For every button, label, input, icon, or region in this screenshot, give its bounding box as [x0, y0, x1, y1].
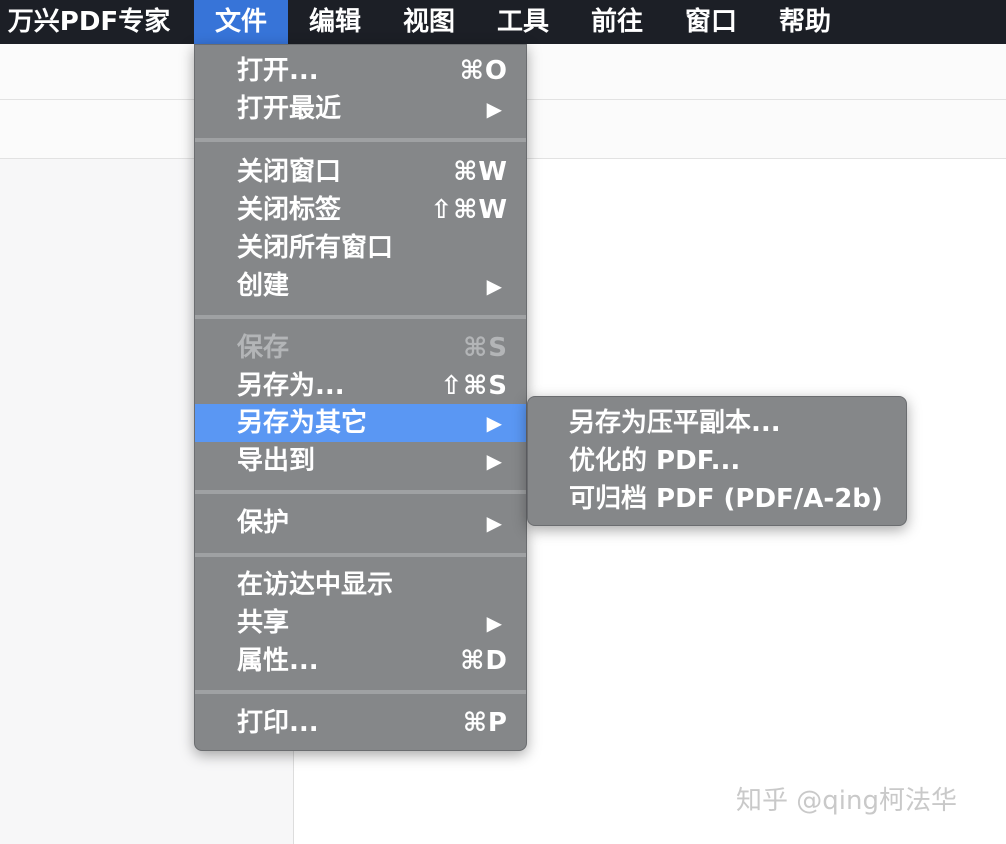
menu-item-close-all-windows[interactable]: 关闭所有窗口	[195, 229, 526, 267]
menu-window[interactable]: 窗口	[666, 0, 756, 44]
menu-item-label: 打印...	[237, 708, 319, 738]
file-menu-dropdown: 打开... ⌘O 打开最近 ▶ 关闭窗口 ⌘W 关闭标签 ⇧⌘W 关闭所有窗口 …	[194, 44, 527, 751]
watermark: 知乎 @qing柯法华	[736, 786, 957, 816]
menu-item-save-as-other[interactable]: 另存为其它 ▶	[195, 404, 526, 442]
menu-item-label: 另存为其它	[237, 408, 368, 438]
menu-item-properties[interactable]: 属性... ⌘D	[195, 642, 526, 680]
menu-item-label: 导出到	[237, 446, 316, 476]
menu-item-export-to[interactable]: 导出到 ▶	[195, 442, 526, 480]
submenu-arrow-icon: ▶	[486, 449, 502, 473]
menu-separator	[195, 138, 526, 142]
menu-help[interactable]: 帮助	[760, 0, 850, 44]
shortcut-label: ⌘D	[460, 646, 508, 676]
menu-file[interactable]: 文件	[194, 0, 288, 44]
menu-item-close-tab[interactable]: 关闭标签 ⇧⌘W	[195, 191, 526, 229]
menu-item-label: 关闭所有窗口	[237, 233, 394, 263]
menu-item-close-window[interactable]: 关闭窗口 ⌘W	[195, 153, 526, 191]
shortcut-label: ⌘S	[463, 333, 508, 363]
menu-item-save: 保存 ⌘S	[195, 329, 526, 367]
menu-tools[interactable]: 工具	[478, 0, 568, 44]
menu-separator	[195, 315, 526, 319]
menu-item-protect[interactable]: 保护 ▶	[195, 504, 526, 542]
submenu-arrow-icon: ▶	[486, 97, 502, 121]
submenu-item-save-flattened-copy[interactable]: 另存为压平副本...	[528, 404, 906, 442]
menu-item-label: 保存	[237, 333, 290, 363]
submenu-item-archivable-pdf[interactable]: 可归档 PDF (PDF/A-2b)	[528, 480, 906, 518]
shortcut-label: ⌘P	[462, 708, 508, 738]
menu-bar: 万兴PDF专家 文件 编辑 视图 工具 前往 窗口 帮助	[0, 0, 1006, 44]
menu-item-label: 另存为...	[237, 371, 345, 401]
menu-item-label: 关闭标签	[237, 195, 342, 225]
menu-edit[interactable]: 编辑	[290, 0, 380, 44]
menu-item-share[interactable]: 共享 ▶	[195, 604, 526, 642]
menu-item-label: 打开最近	[237, 94, 342, 124]
submenu-arrow-icon: ▶	[486, 611, 502, 635]
menu-item-label: 共享	[237, 608, 290, 638]
menu-go[interactable]: 前往	[572, 0, 662, 44]
menu-item-open[interactable]: 打开... ⌘O	[195, 52, 526, 90]
menu-item-label: 另存为压平副本...	[569, 408, 781, 438]
shortcut-label: ⌘O	[459, 56, 508, 86]
menu-item-label: 关闭窗口	[237, 157, 342, 187]
menu-separator	[195, 690, 526, 694]
menu-item-print[interactable]: 打印... ⌘P	[195, 704, 526, 742]
menu-item-label: 保护	[237, 508, 290, 538]
submenu-arrow-icon: ▶	[486, 511, 502, 535]
menu-item-create[interactable]: 创建 ▶	[195, 267, 526, 305]
submenu-item-optimized-pdf[interactable]: 优化的 PDF...	[528, 442, 906, 480]
app-menu[interactable]: 万兴PDF专家	[0, 0, 178, 44]
submenu-arrow-icon: ▶	[486, 411, 502, 435]
shortcut-label: ⌘W	[453, 157, 508, 187]
menu-item-label: 打开...	[237, 56, 319, 86]
menu-item-label: 属性...	[237, 646, 319, 676]
menu-item-label: 创建	[237, 271, 290, 301]
menu-item-label: 可归档 PDF (PDF/A-2b)	[569, 484, 883, 514]
menu-separator	[195, 490, 526, 494]
save-as-other-submenu: 另存为压平副本... 优化的 PDF... 可归档 PDF (PDF/A-2b)	[527, 396, 907, 526]
menu-item-label: 在访达中显示	[237, 570, 394, 600]
menu-item-label: 优化的 PDF...	[569, 446, 741, 476]
menu-separator	[195, 553, 526, 557]
shortcut-label: ⇧⌘S	[440, 371, 508, 401]
shortcut-label: ⇧⌘W	[430, 195, 508, 225]
menu-view[interactable]: 视图	[384, 0, 474, 44]
menu-item-show-in-finder[interactable]: 在访达中显示	[195, 566, 526, 604]
menu-item-save-as[interactable]: 另存为... ⇧⌘S	[195, 367, 526, 405]
menu-item-open-recent[interactable]: 打开最近 ▶	[195, 90, 526, 128]
submenu-arrow-icon: ▶	[486, 274, 502, 298]
